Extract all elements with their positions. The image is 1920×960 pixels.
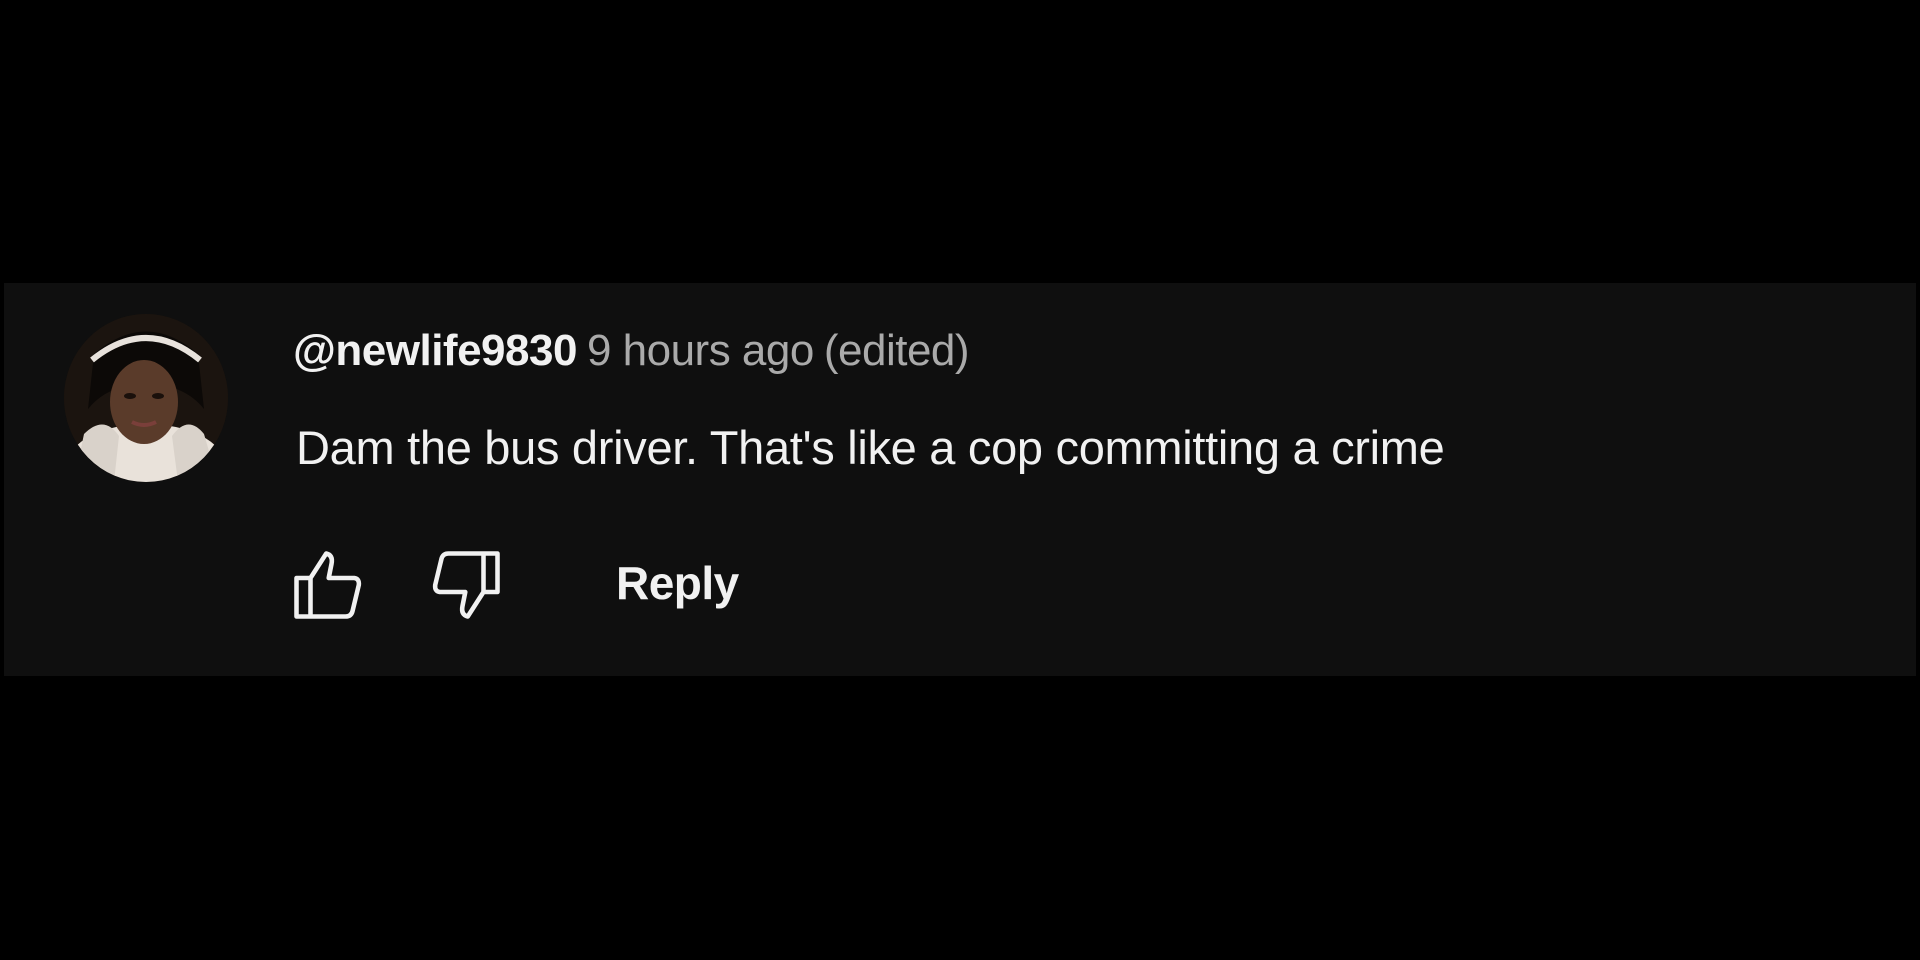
thumbs-down-icon xyxy=(432,551,500,619)
avatar[interactable] xyxy=(64,314,228,482)
reply-button[interactable]: Reply xyxy=(616,553,739,613)
like-button[interactable] xyxy=(286,543,370,627)
thumbs-up-icon xyxy=(294,551,362,619)
comment-header: @newlife9830 9 hours ago (edited) xyxy=(293,323,970,379)
edited-label: (edited) xyxy=(823,326,970,375)
comment-text: Dam the bus driver. That's like a cop co… xyxy=(296,421,1445,474)
avatar-image xyxy=(64,314,228,482)
comment-card: @newlife9830 9 hours ago (edited) Dam the … xyxy=(4,283,1916,676)
author-name[interactable]: @newlife9830 xyxy=(293,326,577,375)
dislike-button[interactable] xyxy=(424,543,508,627)
comment-timestamp[interactable]: 9 hours ago xyxy=(587,326,814,375)
